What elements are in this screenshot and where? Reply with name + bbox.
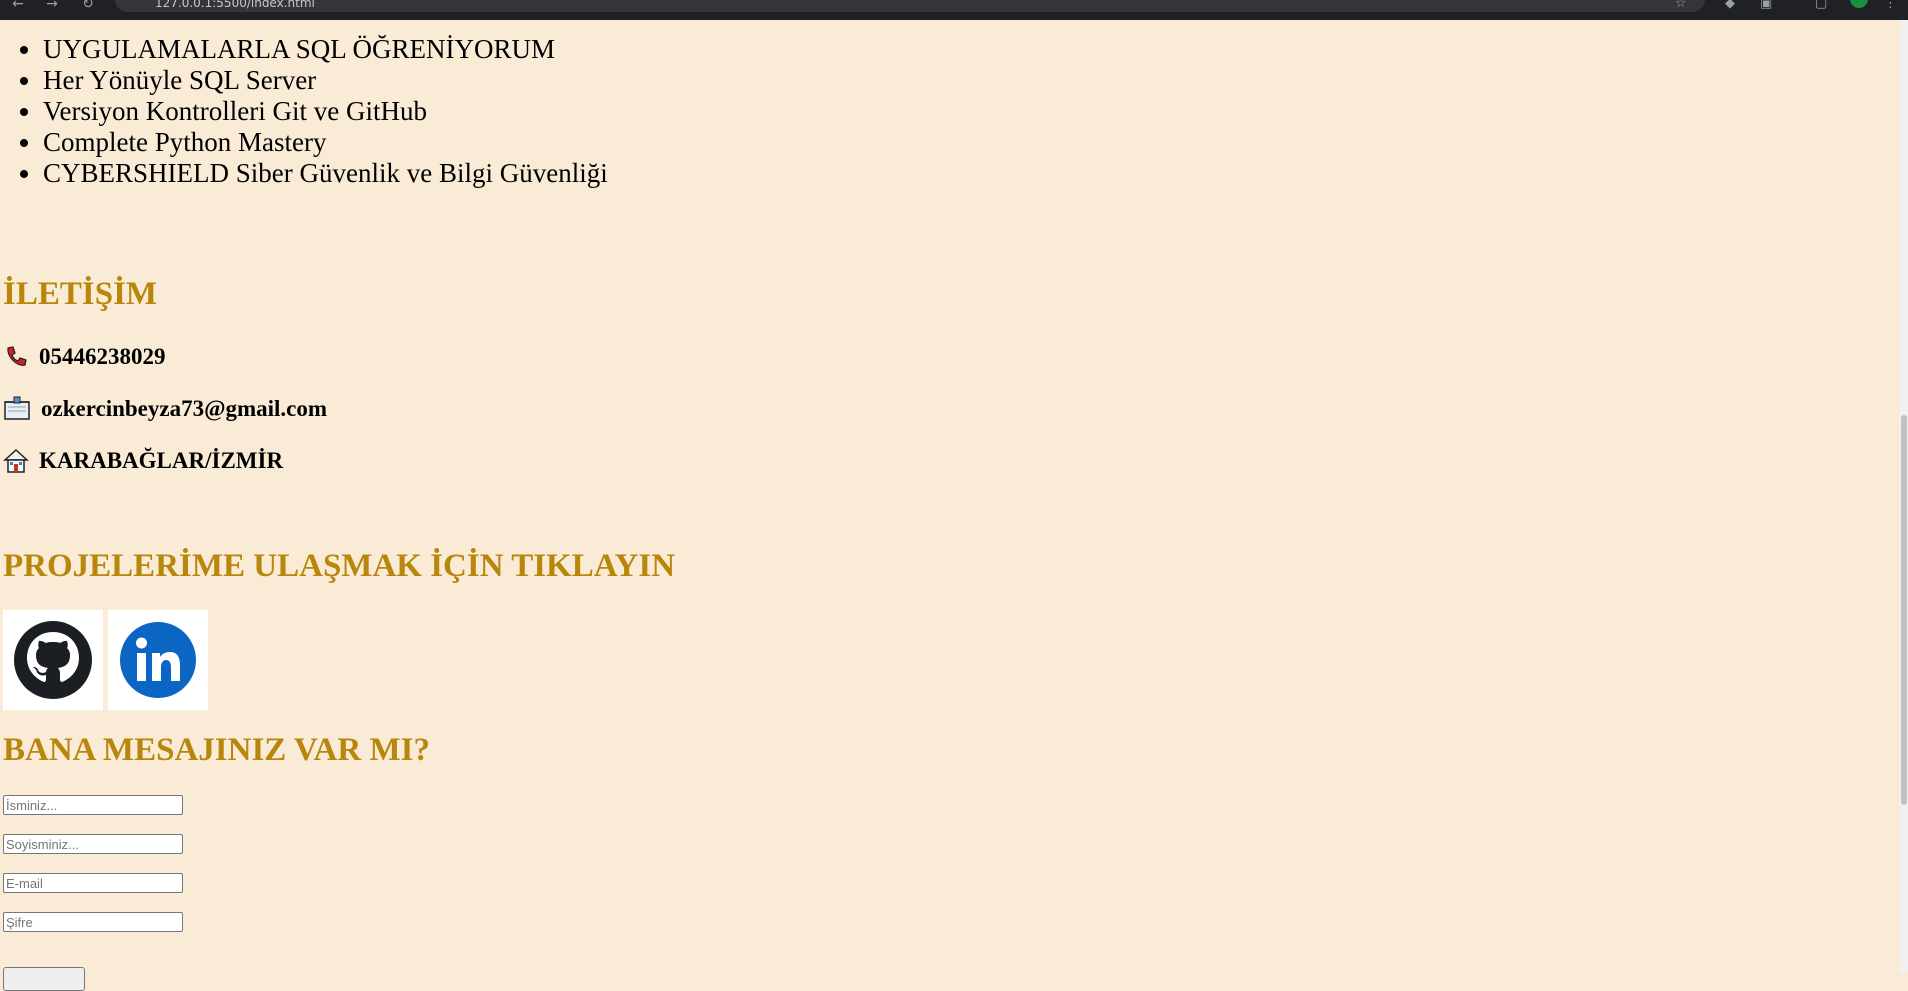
email-address: ozkercinbeyza73@gmail.com — [41, 396, 328, 421]
scrollbar[interactable] — [1900, 20, 1908, 972]
projects-heading: PROJELERİME ULAŞMAK İÇİN TIKLAYIN — [3, 548, 676, 584]
profile-avatar[interactable] — [1850, 0, 1868, 8]
list-item: UYGULAMALARLA SQL ÖĞRENİYORUM — [43, 34, 1893, 65]
email-row: ozkercinbeyza73@gmail.com — [3, 396, 327, 422]
email-input[interactable] — [3, 873, 183, 893]
window-icon[interactable]: ▢ — [1815, 0, 1827, 10]
address-bar[interactable]: 127.0.0.1:5500/index.html — [115, 0, 1705, 12]
name-input[interactable] — [3, 795, 183, 815]
address-bar-url[interactable]: 127.0.0.1:5500/index.html — [155, 0, 315, 10]
list-item: CYBERSHIELD Siber Güvenlik ve Bilgi Güve… — [43, 158, 1893, 189]
list-item: Complete Python Mastery — [43, 127, 1893, 158]
contact-heading: İLETİŞİM — [3, 276, 158, 312]
social-links — [3, 610, 213, 710]
extensions-icon[interactable]: ◆ — [1725, 0, 1735, 10]
list-item: Her Yönüyle SQL Server — [43, 65, 1893, 96]
bookmark-star-icon[interactable]: ☆ — [1675, 0, 1687, 10]
menu-icon[interactable]: ⋮ — [1884, 0, 1897, 10]
linkedin-icon — [120, 622, 196, 698]
phone-icon — [3, 344, 29, 370]
mailbox-icon — [3, 396, 31, 422]
back-icon[interactable]: ← — [6, 0, 30, 20]
github-link[interactable] — [3, 610, 103, 710]
password-input[interactable] — [3, 912, 183, 932]
submit-button[interactable] — [3, 967, 85, 991]
media-icon[interactable]: ▣ — [1760, 0, 1772, 10]
location-text: KARABAĞLAR/İZMİR — [39, 448, 284, 473]
surname-input[interactable] — [3, 834, 183, 854]
browser-toolbar: ← → ↻ 127.0.0.1:5500/index.html ☆ ◆ ▣ ▢ … — [0, 0, 1908, 20]
location-row: KARABAĞLAR/İZMİR — [3, 448, 283, 474]
scrollbar-thumb[interactable] — [1901, 415, 1907, 805]
reload-icon[interactable]: ↻ — [76, 0, 100, 20]
github-icon — [14, 621, 92, 699]
page-content: UYGULAMALARLA SQL ÖĞRENİYORUM Her Yönüyl… — [3, 20, 1893, 991]
linkedin-link[interactable] — [108, 610, 208, 710]
phone-number: 05446238029 — [39, 344, 166, 369]
course-list: UYGULAMALARLA SQL ÖĞRENİYORUM Her Yönüyl… — [3, 34, 1893, 189]
list-item: Versiyon Kontrolleri Git ve GitHub — [43, 96, 1893, 127]
message-heading: BANA MESAJINIZ VAR MI? — [3, 732, 430, 768]
forward-icon[interactable]: → — [40, 0, 64, 20]
house-icon — [3, 448, 29, 474]
phone-row: 05446238029 — [3, 344, 166, 370]
